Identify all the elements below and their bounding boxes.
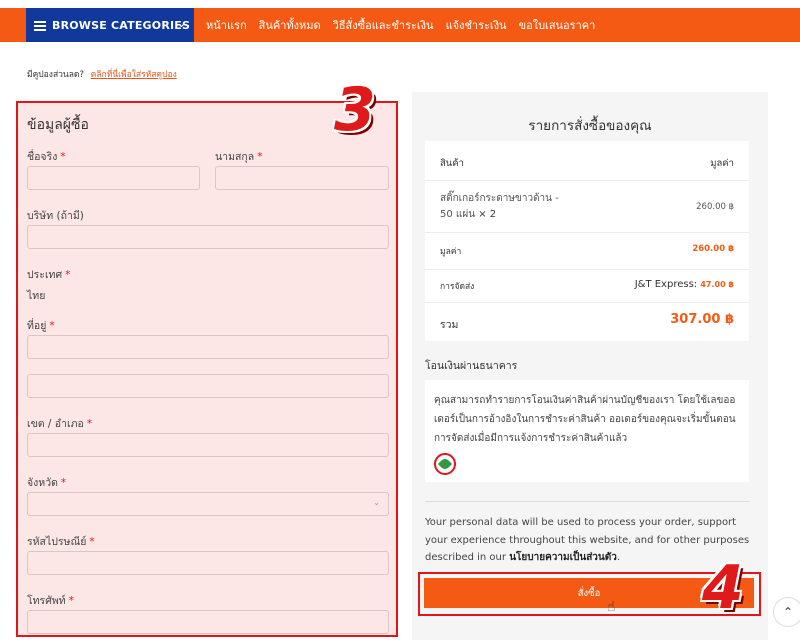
column-value: มูลค่า: [710, 158, 734, 169]
last-name-label: นามสกุล *: [215, 151, 263, 163]
privacy-policy-link[interactable]: นโยบายความเป็นส่วนตัว: [509, 552, 617, 563]
main-menu: หน้าแรก สินค้าทั้งหมด วิธีสั่งซื้อและชำร…: [206, 8, 607, 42]
item-name: สติ๊กเกอร์กระดาษขาวด้าน -50 แผ่น × 2: [440, 193, 559, 220]
chevron-down-icon: ⌄: [373, 498, 380, 507]
country-label: ประเทศ *: [27, 269, 71, 281]
bank-transfer-option[interactable]: โอนเงินผ่านธนาคาร: [425, 357, 517, 374]
coupon-question: มีคูปองส่วนลด?: [27, 70, 84, 80]
district-input[interactable]: [27, 433, 389, 457]
arrow-up-icon: ⌃: [782, 605, 794, 619]
country-value: ไทย: [27, 290, 46, 302]
bank-transfer-description: คุณสามารถทำรายการโอนเงินค่าสินค้าผ่านบัญ…: [425, 380, 749, 482]
subtotal-value: 260.00 ฿: [692, 244, 734, 254]
total-value: 307.00 ฿: [670, 312, 734, 327]
district-label: เขต / อำเภอ *: [27, 418, 93, 430]
divider: [425, 501, 749, 502]
subtotal-label: มูลค่า: [440, 247, 462, 257]
total-label: รวม: [440, 319, 459, 331]
company-input[interactable]: [27, 225, 389, 249]
total-row: รวม 307.00 ฿: [425, 302, 749, 341]
browse-categories-label: BROWSE CATEGORIES: [52, 18, 191, 32]
kasikorn-bank-icon: [434, 453, 456, 475]
menu-icon: [34, 20, 46, 31]
first-name-input[interactable]: [27, 166, 200, 190]
province-label: จังหวัด *: [27, 477, 67, 489]
postcode-input[interactable]: [27, 551, 389, 575]
order-title: รายการสั่งซื้อของคุณ: [528, 118, 652, 134]
scroll-to-top-button[interactable]: ⌃: [773, 597, 800, 627]
address-label: ที่อยู่ *: [27, 320, 55, 332]
column-product: สินค้า: [440, 158, 464, 169]
top-navigation-bar: BROWSE CATEGORIES ⌄ หน้าแรก สินค้าทั้งหม…: [0, 8, 800, 42]
postcode-label: รหัสไปรษณีย์ *: [27, 536, 95, 548]
nav-link-all-products[interactable]: สินค้าทั้งหมด: [259, 16, 321, 34]
browse-categories-button[interactable]: BROWSE CATEGORIES ⌄: [26, 8, 194, 42]
nav-link-how-to-order[interactable]: วิธีสั่งซื้อและชำระเงิน: [333, 16, 434, 34]
order-summary-table: สินค้า มูลค่า สติ๊กเกอร์กระดาษขาวด้าน -5…: [425, 141, 749, 341]
nav-link-payment-notice[interactable]: แจ้งชำระเงิน: [446, 16, 507, 34]
hand-cursor-icon: ☝: [607, 599, 616, 615]
coupon-link[interactable]: คลิกที่นี่เพื่อใส่รหัสคูปอง: [91, 70, 177, 80]
chevron-down-icon: ⌄: [176, 17, 186, 30]
province-select[interactable]: ⌄: [27, 492, 389, 516]
shipping-option[interactable]: J&T Express: 47.00 ฿: [635, 279, 734, 290]
nav-link-home[interactable]: หน้าแรก: [206, 16, 247, 34]
shipping-row: การจัดส่ง J&T Express: 47.00 ฿: [425, 269, 749, 303]
company-label: บริษัท (ถ้ามี): [27, 210, 84, 222]
shipping-label: การจัดส่ง: [440, 282, 475, 292]
billing-form: ข้อมูลผู้ซื้อ ชื่อจริง * นามสกุล * บริษัท …: [16, 101, 398, 637]
nav-link-quotation[interactable]: ขอใบเสนอราคา: [519, 16, 596, 34]
subtotal-row: มูลค่า 260.00 ฿: [425, 232, 749, 270]
step-3-annotation: 3: [334, 75, 376, 145]
item-price: 260.00 ฿: [696, 202, 734, 212]
step-4-annotation: 4: [702, 553, 744, 623]
coupon-notice: มีคูปองส่วนลด? คลิกที่นี่เพื่อใส่รหัสคูป…: [27, 67, 177, 81]
order-item-row: สติ๊กเกอร์กระดาษขาวด้าน -50 แผ่น × 2 260…: [425, 180, 749, 233]
first-name-label: ชื่อจริง *: [27, 151, 66, 163]
order-header-row: สินค้า มูลค่า: [425, 141, 749, 181]
address-line2-input[interactable]: [27, 374, 389, 398]
address-line1-input[interactable]: [27, 335, 389, 359]
last-name-input[interactable]: [215, 166, 389, 190]
billing-title: ข้อมูลผู้ซื้อ: [27, 117, 89, 133]
phone-input[interactable]: [27, 610, 389, 634]
bank-transfer-text: คุณสามารถทำรายการโอนเงินค่าสินค้าผ่านบัญ…: [434, 395, 736, 444]
phone-label: โทรศัพท์ *: [27, 595, 74, 607]
